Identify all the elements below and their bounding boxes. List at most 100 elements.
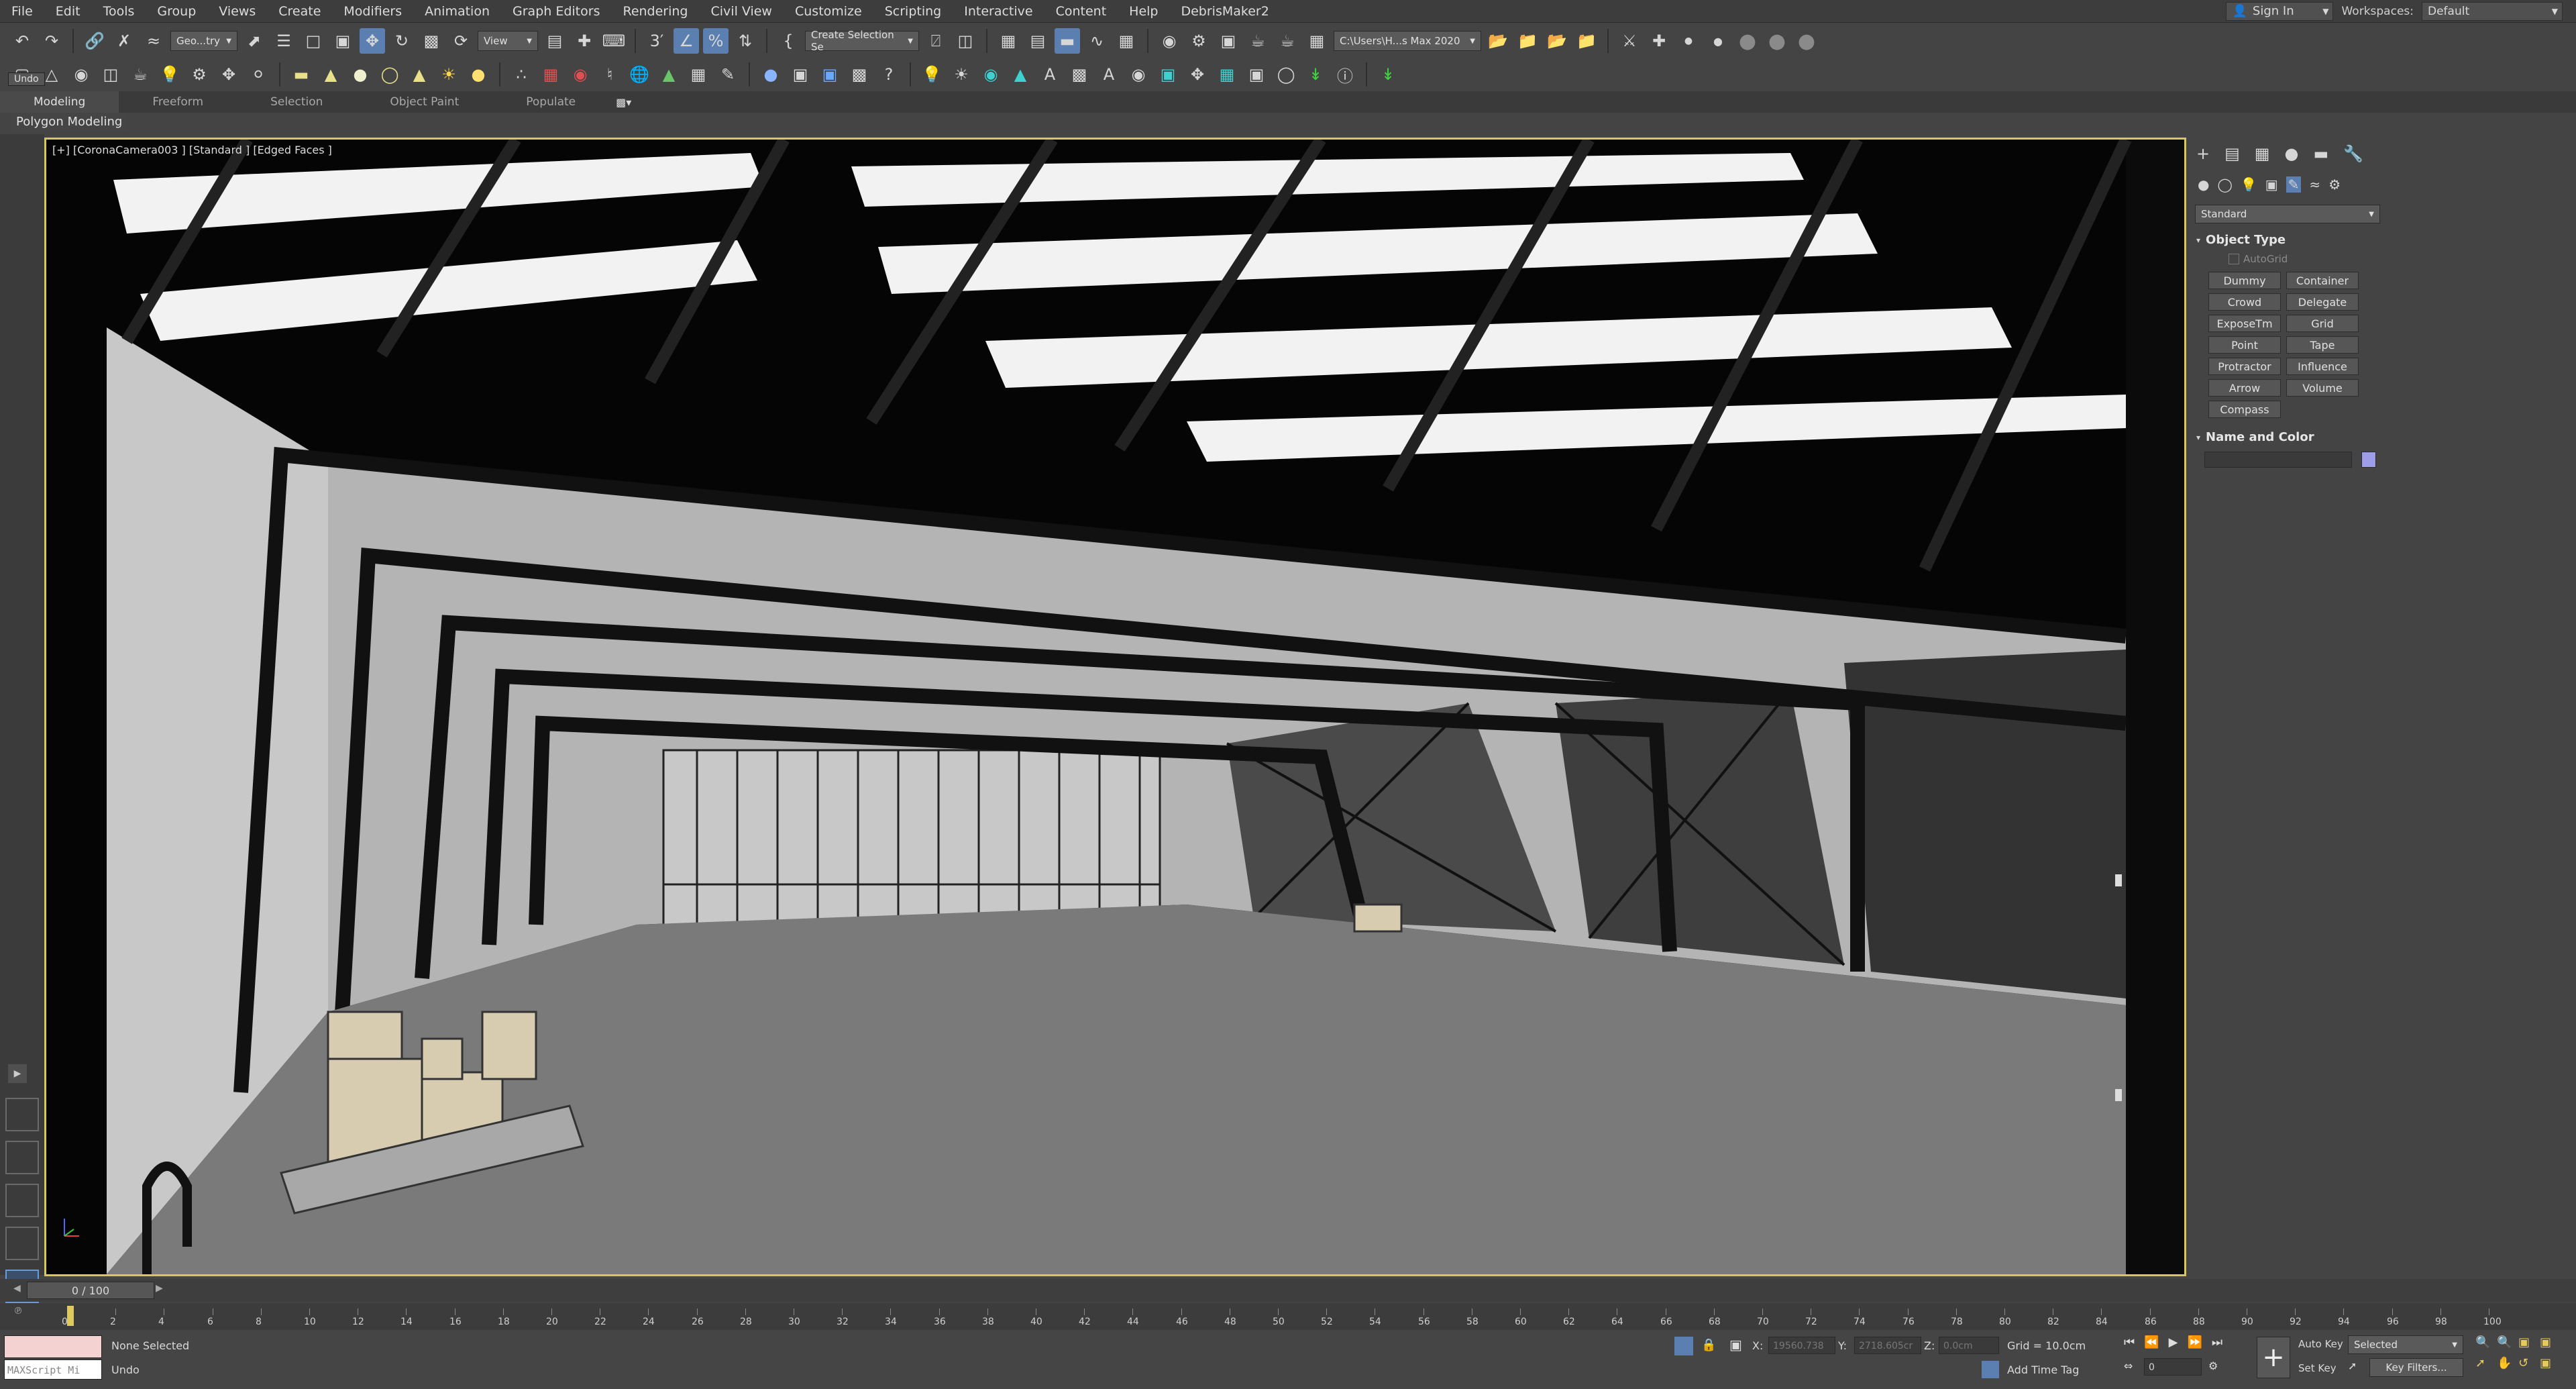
arrow-button[interactable]: Arrow (2208, 379, 2281, 397)
corona-text-icon[interactable]: A (1037, 62, 1063, 87)
undo-icon[interactable]: ↶ (9, 28, 35, 54)
dot-icon[interactable]: ● (1705, 28, 1731, 54)
globe-icon[interactable]: 🌐 (627, 62, 652, 87)
add-time-tag-button[interactable]: Add Time Tag (2007, 1364, 2079, 1376)
zoom-extents-all-icon[interactable]: ▣ (2540, 1335, 2561, 1349)
go-to-end-icon[interactable]: ⏭ (2212, 1335, 2222, 1349)
filter-icon[interactable]: ℗ (13, 1306, 23, 1317)
tape-button[interactable]: Tape (2286, 336, 2359, 354)
point-button[interactable]: Point (2208, 336, 2281, 354)
project-folder-dropdown[interactable]: C:\Users\H...s Max 2020 ▼ (1334, 31, 1481, 51)
rectangular-selection-icon[interactable]: □ (301, 28, 326, 54)
corona-converter-icon[interactable]: ▦ (1214, 62, 1240, 87)
render-window-icon[interactable]: ▣ (788, 62, 813, 87)
help-icon[interactable]: ? (876, 62, 902, 87)
render-stats-icon[interactable]: ▩ (847, 62, 872, 87)
ribbon-options-icon[interactable]: ▩▾ (616, 96, 631, 109)
project-icon[interactable]: 📁 (1515, 28, 1540, 54)
corona-sweep-icon[interactable]: ◯ (1273, 62, 1299, 87)
project-settings-icon[interactable]: 📂 (1544, 28, 1570, 54)
menu-graph-editors[interactable]: Graph Editors (501, 0, 611, 23)
select-and-rotate-icon[interactable]: ↻ (389, 28, 415, 54)
snaps-toggle-icon[interactable]: 3′ (644, 28, 669, 54)
tree-icon[interactable]: ▲ (656, 62, 682, 87)
menu-animation[interactable]: Animation (413, 0, 501, 23)
layout-triple-icon[interactable] (5, 1227, 39, 1260)
selection-lock-icon[interactable]: 🔒 (1701, 1338, 1716, 1352)
material-editor-icon[interactable]: ◉ (1157, 28, 1182, 54)
key-mode-dropdown[interactable]: Selected ▼ (2348, 1335, 2463, 1354)
current-frame-field[interactable]: 0 (2144, 1358, 2202, 1376)
camera-icon[interactable]: ⚙ (186, 62, 212, 87)
named-selection-dropdown[interactable]: Create Selection Se ▼ (805, 29, 919, 53)
field-of-view-icon[interactable]: ➚ (2475, 1356, 2497, 1370)
delegate-button[interactable]: Delegate (2286, 293, 2359, 311)
reference-coordinate-dropdown[interactable]: View ▼ (478, 31, 538, 51)
exposetm-button[interactable]: ExposeTm (2208, 315, 2281, 332)
geosphere-icon[interactable]: ● (347, 62, 373, 87)
object-name-field[interactable] (2204, 452, 2352, 468)
cylinder-icon[interactable]: ◫ (98, 62, 123, 87)
ribbon-toggle-icon[interactable]: ▬ (1055, 28, 1080, 54)
previous-key-icon[interactable]: ⏪ (2144, 1335, 2159, 1349)
shapes-icon[interactable]: ◯ (2217, 176, 2232, 193)
select-by-name-icon[interactable]: ☰ (271, 28, 297, 54)
current-frame-marker[interactable] (67, 1306, 74, 1326)
layout-split-icon[interactable] (5, 1141, 39, 1174)
corona-interactive-icon[interactable]: ✥ (1185, 62, 1210, 87)
menu-interactive[interactable]: Interactive (953, 0, 1044, 23)
info-icon[interactable]: ⓘ (1332, 62, 1358, 87)
select-object-icon[interactable]: ⬈ (241, 28, 267, 54)
corona-scatter-icon[interactable]: ▲ (1008, 62, 1033, 87)
project-folder-icon[interactable]: 📁 (1574, 28, 1599, 54)
pipe-tool-icon[interactable]: ⚔ (1617, 28, 1642, 54)
render-production-icon[interactable]: ☕ (1245, 28, 1271, 54)
tab-selection[interactable]: Selection (237, 91, 356, 113)
window-crossing-icon[interactable]: ▣ (330, 28, 356, 54)
menu-debrismaker2[interactable]: DebrisMaker2 (1169, 0, 1280, 23)
tab-modeling[interactable]: Modeling (0, 91, 119, 113)
keyboard-shortcut-override-icon[interactable]: ⌨ (601, 28, 627, 54)
render-activeshade-icon[interactable]: ▦ (1304, 28, 1330, 54)
object-type-rollout-header[interactable]: ▾ Object Type (2196, 233, 2286, 247)
layer-explorer-icon[interactable]: ▤ (1025, 28, 1051, 54)
time-configuration-icon[interactable]: ⚙ (2208, 1359, 2218, 1372)
corona-material-icon[interactable]: ◉ (1126, 62, 1151, 87)
crowd-button[interactable]: Crowd (2208, 293, 2281, 311)
spinner-snap-icon[interactable]: ⇅ (733, 28, 758, 54)
motion-tab-icon[interactable]: ● (2284, 144, 2298, 163)
corona-camera-icon[interactable]: ◉ (978, 62, 1004, 87)
create-tab-icon[interactable]: + (2196, 144, 2210, 163)
sign-in-button[interactable]: 👤 Sign In ▼ (2226, 1, 2334, 21)
maxscript-listener-output[interactable] (4, 1335, 102, 1358)
link-icon[interactable]: 🔗 (82, 28, 107, 54)
menu-content[interactable]: Content (1044, 0, 1118, 23)
next-key-icon[interactable]: ⏩ (2187, 1335, 2202, 1349)
scene-explorer-icon[interactable]: ▦ (996, 28, 1021, 54)
menu-civil-view[interactable]: Civil View (700, 0, 784, 23)
set-keys-button[interactable]: + (2257, 1337, 2290, 1378)
absolute-mode-icon[interactable]: ▣ (1729, 1337, 1742, 1353)
plane-icon[interactable]: ▬ (288, 62, 314, 87)
corona-proxy-icon[interactable]: ▩ (1067, 62, 1092, 87)
corona-lister-icon[interactable]: ▣ (1244, 62, 1269, 87)
key-filters-button[interactable]: Key Filters... (2369, 1358, 2463, 1377)
ribbon-polygon-modeling-panel[interactable]: Polygon Modeling (11, 113, 128, 132)
brush-icon[interactable]: ✎ (715, 62, 741, 87)
helper-icon[interactable]: ✥ (216, 62, 241, 87)
cameras-icon[interactable]: ▣ (2265, 176, 2278, 193)
menu-customize[interactable]: Customize (784, 0, 873, 23)
chevrons-down-icon[interactable]: ↡ (1303, 62, 1328, 87)
pivot-center-icon[interactable]: ▤ (542, 28, 568, 54)
corona-decal-icon[interactable]: A (1096, 62, 1122, 87)
helper-category-dropdown[interactable]: Standard ▼ (2195, 205, 2380, 223)
isolate-selection-icon[interactable] (1674, 1337, 1693, 1355)
sun-icon[interactable]: ☀ (436, 62, 462, 87)
expand-panel-icon[interactable]: ▶ (8, 1064, 27, 1083)
name-color-rollout-header[interactable]: ▾ Name and Color (2196, 430, 2314, 444)
track-bar[interactable]: ℗ 0 2 4 6 8 10 12 14 16 18 20 22 24 26 28 30 32 34 36 38 40 4… (0, 1303, 2576, 1330)
next-frame-icon[interactable]: ▶ (156, 1283, 168, 1298)
mirror-icon[interactable]: ⍁ (923, 28, 949, 54)
tab-object-paint[interactable]: Object Paint (356, 91, 492, 113)
render-iterative-icon[interactable]: ☕ (1275, 28, 1300, 54)
